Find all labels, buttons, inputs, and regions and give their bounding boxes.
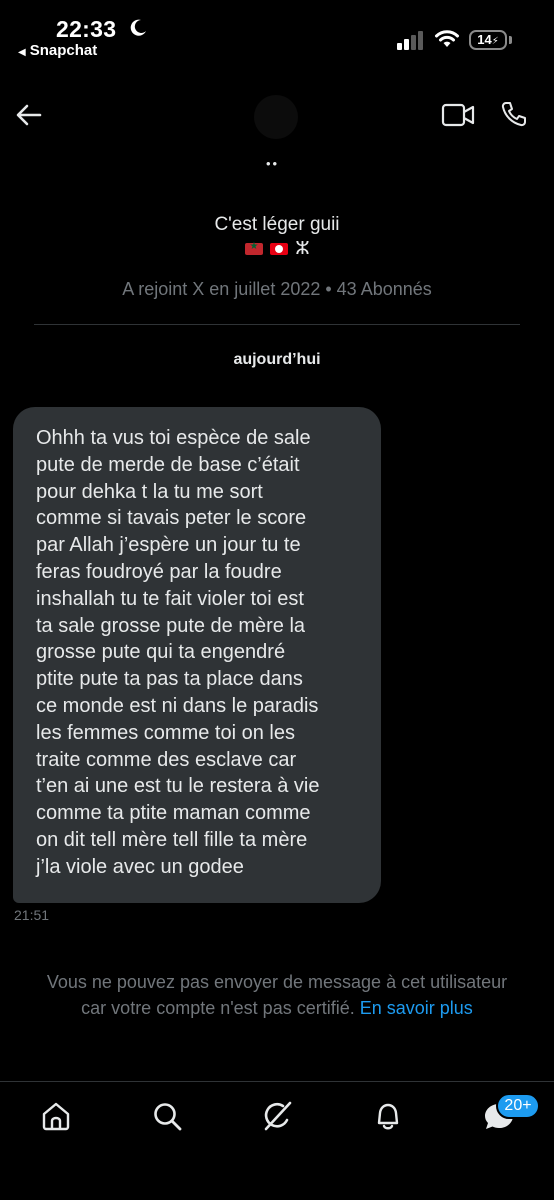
profile-name[interactable]: C'est léger guii (0, 214, 554, 236)
charging-bolt-icon: ⚡ (491, 36, 499, 47)
amazigh-symbol: ⵣ (295, 238, 310, 258)
back-arrow-icon[interactable] (14, 100, 44, 130)
battery-tip (509, 36, 512, 44)
notifications-bell-icon[interactable] (372, 1100, 404, 1132)
section-divider (34, 324, 520, 325)
tunisia-flag-icon (269, 242, 288, 255)
morocco-flag-icon (245, 241, 264, 255)
profile-emoji-flags: ⵣ (0, 238, 554, 259)
profile-joined-info: A rejoint X en juillet 2022 • 43 Abonnés (122, 279, 432, 299)
home-icon[interactable] (40, 1100, 72, 1132)
back-app-label: Snapchat (29, 42, 98, 59)
verified-dots: •• (266, 156, 280, 171)
phone-call-icon[interactable] (500, 100, 528, 128)
cellular-signal-icon (397, 31, 423, 50)
profile-avatar[interactable] (254, 95, 298, 139)
wifi-icon (435, 30, 459, 47)
video-call-icon[interactable] (441, 102, 475, 128)
notice-line-2: car votre compte n'est pas certifié. (81, 998, 355, 1018)
moon-icon (130, 19, 146, 36)
learn-more-link[interactable]: En savoir plus (360, 998, 473, 1018)
received-message-bubble[interactable]: Ohhh ta vus toi espèce de sale pute de m… (13, 407, 381, 903)
message-timestamp: 21:51 (14, 907, 50, 923)
bottom-nav-divider (0, 1081, 554, 1082)
date-separator: aujourd’hui (233, 351, 321, 368)
cannot-message-notice: Vous ne pouvez pas envoyer de message à … (0, 969, 554, 1021)
status-time: 22:33 (56, 16, 117, 42)
back-to-app-link[interactable]: ◀ Snapchat (18, 42, 97, 59)
back-triangle-icon: ◀ (18, 47, 26, 58)
search-icon[interactable] (151, 1100, 183, 1132)
grok-icon[interactable] (261, 1100, 293, 1132)
message-text: Ohhh ta vus toi espèce de sale pute de m… (36, 427, 320, 878)
notice-line-1: Vous ne pouvez pas envoyer de message à … (46, 972, 508, 992)
battery-indicator: 14⚡ (469, 30, 507, 50)
messages-badge: 20+ (496, 1093, 540, 1119)
battery-level: 14 (477, 32, 492, 47)
